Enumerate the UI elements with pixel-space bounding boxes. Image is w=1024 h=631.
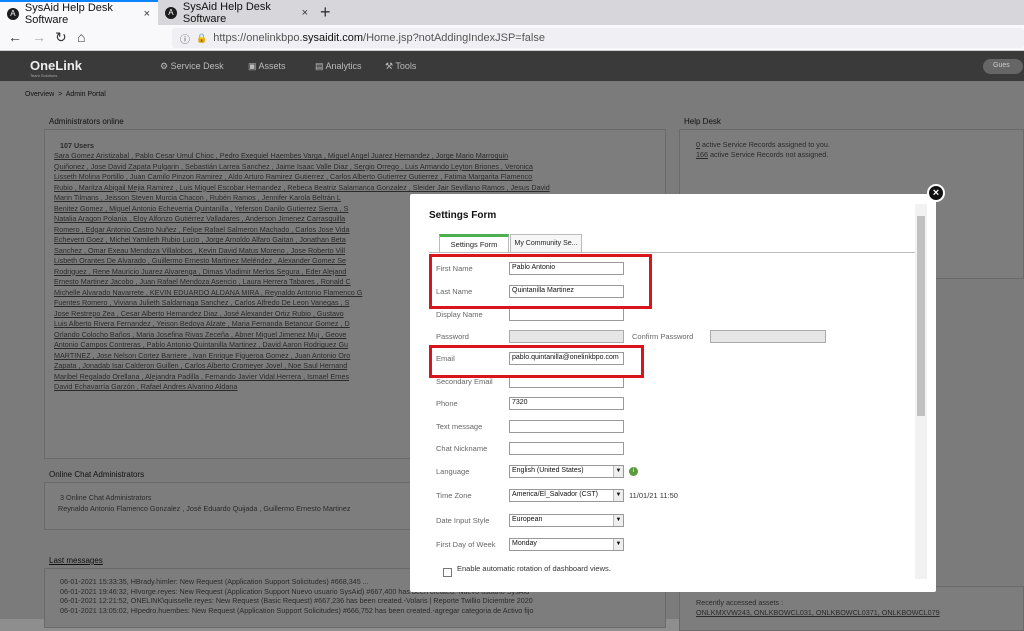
admin-name-line[interactable]: Quiñonez , Jose David Zapata Pulgarin , … [54, 162, 664, 173]
time-zone-current-time: 11/01/21 11:50 [629, 491, 678, 500]
chevron-down-icon: ▼ [613, 515, 623, 526]
phone-field[interactable]: 7320 [509, 397, 624, 410]
highlight-name-box [429, 254, 652, 309]
home-icon[interactable]: ⌂ [77, 29, 85, 45]
phone-label: Phone [436, 399, 458, 408]
close-dialog-button[interactable]: × [927, 184, 945, 202]
password-label: Password [436, 332, 469, 341]
browser-tab[interactable]: A SysAid Help Desk Software × [158, 0, 316, 25]
message-row[interactable]: 06-01-2021 12:21:52, ONELINK\quisselle.r… [60, 596, 660, 606]
scrollbar-thumb[interactable] [917, 216, 925, 416]
recent-assets-label: Recently accessed assets : [696, 598, 784, 607]
chevron-down-icon: ▼ [613, 539, 623, 550]
admin-name-line[interactable]: Lisseth Molina Portillo , Juan Camilo Pi… [54, 172, 664, 183]
first-day-of-week-select[interactable]: Monday ▼ [509, 538, 624, 551]
close-tab-icon[interactable]: × [144, 8, 150, 20]
breadcrumb: Overview > Admin Portal [25, 91, 106, 98]
url-path: /Home.jsp?notAddingIndexJSP=false [363, 32, 545, 44]
secondary-email-label: Secondary Email [436, 377, 493, 386]
assigned-records[interactable]: 0 active Service Records assigned to you… [696, 140, 830, 151]
chat-admins-title: Online Chat Administrators [49, 470, 145, 479]
dialog-scrollbar[interactable] [915, 204, 927, 579]
language-label: Language [436, 467, 470, 476]
breadcrumb-overview[interactable]: Overview [25, 91, 54, 98]
auto-rotate-checkbox[interactable] [443, 568, 452, 577]
new-tab-button[interactable]: + [320, 2, 331, 23]
info-icon[interactable]: i [629, 467, 638, 476]
app-header: OneLink Team Solutions ⚙ Service Desk ▣ A… [0, 51, 1024, 81]
password-field[interactable] [509, 330, 624, 343]
chat-admins-count: 3 Online Chat Administrators [60, 493, 152, 502]
highlight-email-box [429, 345, 644, 378]
url-prefix: https://onelinkbpo. [213, 32, 303, 44]
tab-my-community[interactable]: My Community Se... [510, 234, 582, 252]
logo-tagline: Team Solutions [30, 73, 58, 78]
dialog-title: Settings Form [429, 210, 497, 221]
chat-nickname-field[interactable] [509, 442, 624, 455]
unassigned-records[interactable]: 166 active Service Records not assigned. [696, 150, 828, 161]
browser-tab-active[interactable]: A SysAid Help Desk Software × [0, 0, 158, 26]
url-domain: sysaidit.com [302, 32, 364, 44]
text-message-field[interactable] [509, 420, 624, 433]
sysaid-favicon-icon: A [7, 7, 19, 20]
time-zone-select[interactable]: America/El_Salvador (CST) ▼ [509, 489, 624, 502]
close-tab-icon[interactable]: × [302, 7, 308, 19]
date-input-style-select[interactable]: European ▼ [509, 514, 624, 527]
time-zone-label: Time Zone [436, 491, 472, 500]
last-messages-title[interactable]: Last messages [49, 556, 103, 565]
page-info-icon[interactable]: ⓘ [180, 31, 190, 46]
admin-name-line[interactable]: Sara Gomez Aristizabal , Pablo Cesar Umu… [54, 151, 664, 162]
guest-button[interactable]: Gues [983, 59, 1023, 74]
confirm-password-field[interactable] [710, 330, 826, 343]
reload-icon[interactable]: ↻ [55, 29, 67, 46]
tab-title: SysAid Help Desk Software [182, 0, 271, 25]
browser-nav-bar: ← → ↻ ⌂ ⓘ 🔒 https://onelinkbpo. sysaidit.… [0, 25, 1024, 51]
forward-arrow-icon[interactable]: → [32, 29, 46, 45]
lock-icon: 🔒 [196, 32, 208, 43]
sysaid-favicon-icon: A [165, 6, 177, 19]
confirm-password-label: Confirm Password [632, 332, 694, 341]
url-bar[interactable]: ⓘ 🔒 https://onelinkbpo. sysaidit.com/Home… [172, 28, 1024, 48]
chevron-down-icon: ▼ [613, 490, 623, 501]
settings-form-dialog: Settings Form Settings Form My Community… [410, 194, 936, 592]
help-desk-title: Help Desk [684, 117, 721, 126]
admins-count: 107 Users [60, 141, 94, 150]
nav-assets[interactable]: ▣ Assets [248, 61, 286, 72]
auto-rotate-label: Enable automatic rotation of dashboard v… [457, 564, 611, 573]
chat-admins-names: Reynaldo Antonio Flamenco Gonzalez , Jos… [58, 504, 351, 513]
onelink-logo[interactable]: OneLink Team Solutions [30, 58, 82, 78]
first-day-of-week-label: First Day of Week [436, 540, 496, 549]
nav-service-desk[interactable]: ⚙ Service Desk [160, 61, 224, 72]
language-select[interactable]: English (United States) ▼ [509, 465, 624, 478]
tab-title: SysAid Help Desk Software [24, 1, 113, 26]
admin-name-line[interactable]: Rubio , Maritza Abigail Mejia Ramirez , … [54, 183, 664, 194]
browser-tab-bar: A SysAid Help Desk Software × A SysAid H… [0, 0, 1024, 26]
chevron-down-icon: ▼ [613, 466, 623, 477]
back-arrow-icon[interactable]: ← [8, 29, 22, 45]
tab-settings-form[interactable]: Settings Form [439, 234, 509, 252]
nav-analytics[interactable]: ▤ Analytics [315, 61, 362, 72]
display-name-label: Display Name [436, 310, 483, 319]
recent-assets-list[interactable]: ONLKMXVW243, ONLKBOWCL031, ONLKBOWCL0371… [696, 608, 940, 619]
nav-tools[interactable]: ⚒ Tools [385, 61, 416, 72]
text-message-label: Text message [436, 422, 483, 431]
admins-online-title: Administrators online [49, 117, 124, 126]
message-row[interactable]: 06-01-2021 13:05:02, HIpedro.huembes: Ne… [60, 606, 660, 616]
breadcrumb-current: Admin Portal [65, 91, 106, 98]
display-name-field[interactable] [509, 308, 624, 321]
date-input-style-label: Date Input Style [436, 516, 490, 525]
chat-nickname-label: Chat Nickname [436, 444, 488, 453]
